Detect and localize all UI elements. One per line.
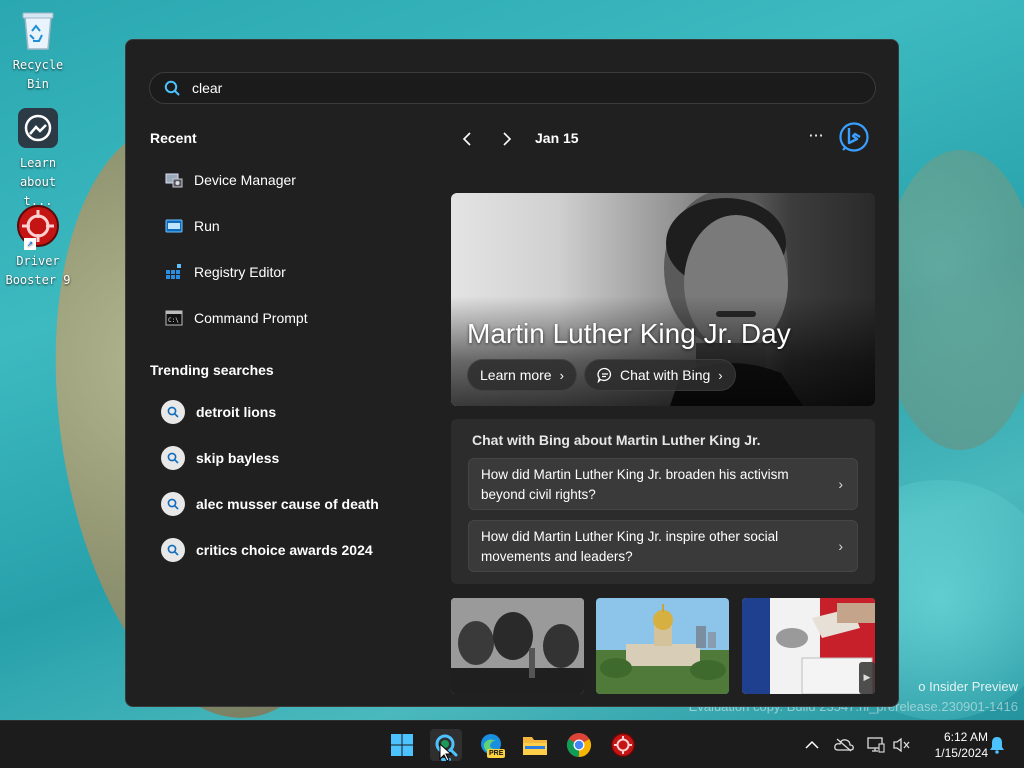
recent-item-run[interactable]: Run: [150, 206, 420, 246]
taskbar: PRE 6:12 AM 1/15/2024: [0, 720, 1024, 768]
recent-item-label: Registry Editor: [194, 264, 286, 280]
clock-time: 6:12 AM: [943, 730, 988, 744]
chat-bubble-icon: [597, 367, 612, 383]
recent-item-label: Device Manager: [194, 172, 296, 188]
trending-item-label: detroit lions: [196, 404, 277, 420]
windows-start-icon: [391, 734, 413, 756]
mouse-cursor-icon: [439, 743, 453, 762]
edge-pre-badge: PRE: [487, 749, 506, 758]
search-icon: [161, 446, 185, 470]
bell-icon: [990, 737, 1004, 754]
recent-item-label: Command Prompt: [194, 310, 308, 326]
suggested-question[interactable]: How did Martin Luther King Jr. broaden h…: [468, 458, 858, 510]
chevron-right-icon: [503, 132, 512, 146]
chrome-icon: [566, 733, 592, 757]
start-button[interactable]: [386, 729, 418, 761]
trending-item-label: critics choice awards 2024: [196, 542, 373, 558]
chat-with-bing-label: Chat with Bing: [620, 367, 711, 383]
suggested-question-text: How did Martin Luther King Jr. inspire o…: [481, 529, 779, 564]
recent-item-label: Run: [194, 218, 220, 234]
search-icon: [164, 80, 180, 96]
more-options-button[interactable]: ···: [802, 126, 830, 148]
search-icon: [161, 400, 185, 424]
hero-card[interactable]: Martin Luther King Jr. Day Learn more › …: [451, 193, 875, 406]
chevron-left-icon: [462, 132, 471, 146]
recent-item-device-manager[interactable]: Device Manager: [150, 160, 420, 200]
file-explorer-icon: [523, 737, 547, 755]
desktop-icon-recycle-bin[interactable]: Recycle Bin: [4, 8, 72, 94]
chrome-button[interactable]: [563, 729, 595, 761]
trending-item[interactable]: skip bayless: [150, 438, 420, 478]
notifications-button[interactable]: [987, 735, 1007, 755]
onedrive-offline-icon: [834, 738, 854, 752]
show-hidden-icons-button[interactable]: [802, 735, 822, 755]
trending-heading: Trending searches: [150, 362, 274, 378]
thumbnail-civil-rights-photo[interactable]: [451, 598, 584, 694]
chevron-right-icon: ›: [718, 367, 723, 383]
taskbar-clock[interactable]: 6:12 AM 1/15/2024: [916, 729, 988, 761]
trending-item-label: alec musser cause of death: [196, 496, 379, 512]
driver-booster-button[interactable]: [607, 729, 639, 761]
edge-pre-button[interactable]: PRE: [475, 729, 507, 761]
desktop-icon-driver-booster[interactable]: ↗ Driver Booster 9: [4, 204, 72, 290]
search-box[interactable]: [149, 72, 876, 104]
recent-heading: Recent: [150, 130, 197, 146]
trending-item[interactable]: detroit lions: [150, 392, 420, 432]
svg-text:C:\: C:\: [168, 317, 179, 324]
suggested-question-text: How did Martin Luther King Jr. broaden h…: [481, 467, 789, 502]
trending-item[interactable]: critics choice awards 2024: [150, 530, 420, 570]
volume-button[interactable]: [892, 735, 912, 755]
trending-item-label: skip bayless: [196, 450, 280, 466]
desktop-icon-learn-about[interactable]: Learn about t...: [4, 106, 72, 211]
learn-about-icon: [16, 106, 60, 150]
wallpaper-rock: [880, 150, 1024, 450]
chevron-right-icon: ›: [838, 476, 843, 492]
thumbnails-next-button[interactable]: ▶: [859, 662, 875, 694]
desktop-icon-label: Driver Booster 9: [5, 254, 71, 287]
learn-more-label: Learn more: [480, 367, 552, 383]
bing-chat-card: Chat with Bing about Martin Luther King …: [451, 419, 875, 584]
chevron-up-icon: [805, 740, 819, 749]
search-icon: [161, 492, 185, 516]
device-manager-icon: [164, 170, 184, 190]
thumbnail-iowa-ballot[interactable]: [742, 598, 875, 694]
volume-muted-icon: [893, 737, 910, 753]
search-input[interactable]: [192, 80, 792, 96]
recent-item-registry-editor[interactable]: Registry Editor: [150, 252, 420, 292]
shortcut-arrow-icon: ↗: [24, 238, 36, 250]
driver-booster-icon: ↗: [16, 204, 60, 250]
desktop-icon-label: Recycle Bin: [12, 58, 64, 91]
taskbar-search-button[interactable]: [430, 729, 462, 762]
desktop-icon-label: Learn about t...: [19, 156, 57, 208]
hero-title[interactable]: Martin Luther King Jr. Day: [467, 318, 791, 350]
learn-more-button[interactable]: Learn more ›: [467, 359, 577, 391]
highlight-date: Jan 15: [535, 130, 579, 146]
search-icon: [161, 538, 185, 562]
watermark-line-1: o Insider Preview: [918, 679, 1018, 694]
trending-item[interactable]: alec musser cause of death: [150, 484, 420, 524]
recycle-bin-icon: [16, 8, 60, 52]
recent-item-command-prompt[interactable]: C:\ Command Prompt: [150, 298, 420, 338]
suggested-question[interactable]: How did Martin Luther King Jr. inspire o…: [468, 520, 858, 572]
file-explorer-button[interactable]: [519, 729, 551, 761]
search-flyout: Recent Device Manager Run Registry Edito…: [125, 39, 899, 707]
onedrive-button[interactable]: [834, 735, 854, 755]
chat-card-title: Chat with Bing about Martin Luther King …: [472, 432, 761, 448]
clock-date: 1/15/2024: [934, 746, 988, 760]
bing-chat-button[interactable]: [838, 121, 870, 153]
previous-button[interactable]: [453, 128, 481, 150]
network-button[interactable]: [866, 735, 886, 755]
chevron-right-icon: ›: [559, 367, 564, 383]
command-prompt-icon: C:\: [164, 308, 184, 328]
driver-booster-icon: [610, 732, 636, 758]
chat-with-bing-button[interactable]: Chat with Bing ›: [584, 359, 736, 391]
next-button[interactable]: [493, 128, 521, 150]
bing-icon: [839, 122, 869, 152]
registry-editor-icon: [164, 262, 184, 282]
thumbnail-capitol-building[interactable]: [596, 598, 729, 694]
run-icon: [164, 216, 184, 236]
network-icon: [867, 737, 885, 753]
chevron-right-icon: ›: [838, 538, 843, 554]
